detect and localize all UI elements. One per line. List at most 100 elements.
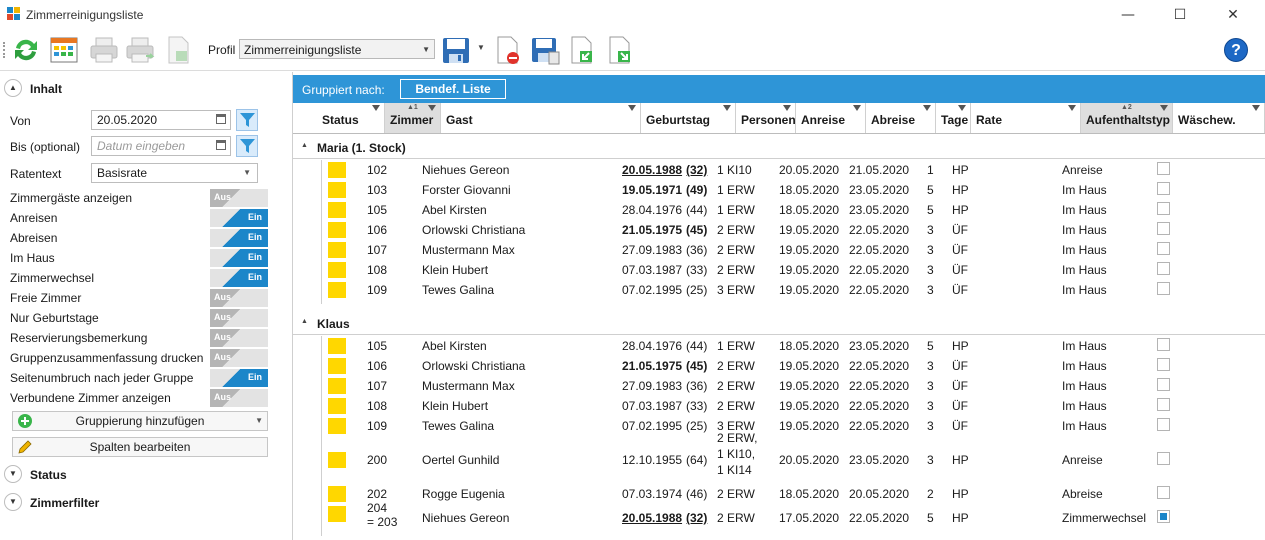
bis-date-input[interactable]: Datum eingeben	[91, 136, 231, 156]
pencil-icon	[17, 439, 33, 455]
table-row[interactable]: 106 Orlowski Christiana 21.05.1975 (45) 2 ER…	[293, 356, 1265, 376]
filter-icon[interactable]	[428, 105, 436, 111]
calendar-icon[interactable]	[216, 114, 226, 124]
help-icon[interactable]: ?	[1224, 38, 1248, 62]
filter-icon[interactable]	[1252, 105, 1260, 111]
column-header[interactable]: Personen	[736, 103, 796, 133]
table-row[interactable]: 107 Mustermann Max 27.09.1983 (36) 2 ERW 19.0…	[293, 376, 1265, 396]
spalten-bearbeiten-button[interactable]: Spalten bearbeiten	[12, 437, 268, 457]
expand-icon[interactable]: ▼	[4, 465, 22, 483]
table-row[interactable]: 106 Orlowski Christiana 21.05.1975 (45) 2 ER…	[293, 220, 1265, 240]
table-row[interactable]: 200 Oertel Gunhild 12.10.1955 (64) 2 ERW, 1 K…	[293, 431, 1265, 484]
maximize-button[interactable]: ☐	[1157, 3, 1203, 27]
laundry-checkbox[interactable]	[1157, 182, 1170, 195]
laundry-checkbox[interactable]	[1157, 242, 1170, 255]
column-header[interactable]: Wäschew.	[1173, 103, 1265, 133]
option-toggle[interactable]: Aus	[210, 329, 268, 347]
expand-icon[interactable]: ▼	[4, 493, 22, 511]
laundry-checkbox[interactable]	[1157, 338, 1170, 351]
minimize-button[interactable]: —	[1105, 3, 1151, 27]
profil-select[interactable]: Zimmerreinigungsliste ▼	[239, 39, 435, 59]
laundry-checkbox[interactable]	[1157, 358, 1170, 371]
column-header[interactable]: Zimmer ▲1	[385, 103, 441, 133]
import-icon[interactable]	[566, 34, 598, 66]
export-icon[interactable]	[604, 34, 636, 66]
option-toggle[interactable]: Aus	[210, 309, 268, 327]
option-toggle[interactable]: Aus	[210, 389, 268, 407]
table-row[interactable]: 109 Tewes Galina 07.02.1995 (25) 3 ERW 19.05.…	[293, 280, 1265, 300]
close-button[interactable]: ✕	[1210, 3, 1256, 27]
option-toggle[interactable]: Aus	[210, 289, 268, 307]
option-toggle[interactable]: Aus	[210, 349, 268, 367]
option-toggle[interactable]: Ein	[210, 369, 268, 387]
column-header[interactable]: Abreise	[866, 103, 936, 133]
refresh-icon[interactable]	[10, 34, 42, 66]
table-row[interactable]: 109 Tewes Galina 07.02.1995 (25) 3 ERW 19.05.…	[293, 416, 1265, 436]
save-icon[interactable]	[440, 34, 472, 66]
table-row[interactable]: 103 Forster Giovanni 19.05.1971 (49) 1 ERW 18…	[293, 180, 1265, 200]
option-toggle[interactable]: Ein	[210, 269, 268, 287]
laundry-checkbox[interactable]	[1157, 378, 1170, 391]
filter-icon[interactable]	[372, 105, 380, 111]
ratentext-select[interactable]: Basisrate ▼	[91, 163, 258, 183]
table-row[interactable]: 108 Klein Hubert 07.03.1987 (33) 2 ERW 19.05.…	[293, 260, 1265, 280]
group-header[interactable]: ▲ Maria (1. Stock)	[293, 136, 1265, 159]
table-row[interactable]: 202 Rogge Eugenia 07.03.1974 (46) 2 ERW 18.05…	[293, 484, 1265, 504]
filter-icon[interactable]	[1068, 105, 1076, 111]
collapse-caret-icon[interactable]: ▲	[301, 318, 308, 325]
table-row[interactable]: 105 Abel Kirsten 28.04.1976 (44) 1 ERW 18.05.…	[293, 200, 1265, 220]
option-toggle[interactable]: Ein	[210, 249, 268, 267]
laundry-checkbox[interactable]	[1157, 262, 1170, 275]
column-header[interactable]: Rate	[971, 103, 1081, 133]
laundry-checkbox[interactable]	[1157, 162, 1170, 175]
room-plan-icon[interactable]	[48, 34, 80, 66]
print-icon[interactable]	[88, 34, 120, 66]
filter-icon[interactable]	[923, 105, 931, 111]
column-header[interactable]: Gast	[441, 103, 641, 133]
laundry-checkbox[interactable]	[1157, 486, 1170, 499]
option-toggle[interactable]: Aus	[210, 189, 268, 207]
filter-icon[interactable]	[723, 105, 731, 111]
toolbar-grip[interactable]	[3, 42, 8, 58]
stay-type: Im Haus	[1062, 339, 1107, 353]
laundry-checkbox[interactable]	[1157, 418, 1170, 431]
laundry-checkbox[interactable]	[1157, 398, 1170, 411]
option-toggle[interactable]: Ein	[210, 209, 268, 227]
table-row[interactable]: 102 Niehues Gereon 20.05.1988 (32) 1 KI10 20.…	[293, 160, 1265, 180]
column-header[interactable]: Anreise	[796, 103, 866, 133]
group-header[interactable]: ▲ Klaus	[293, 312, 1265, 335]
filter-icon[interactable]	[236, 135, 258, 157]
filter-icon[interactable]	[853, 105, 861, 111]
table-row[interactable]: 204 = 203 Niehues Gereon 20.05.1988 (32) 2 ER…	[293, 501, 1265, 532]
save-as-icon[interactable]	[529, 34, 561, 66]
von-date-input[interactable]: 20.05.2020	[91, 110, 231, 130]
table-row[interactable]: 105 Abel Kirsten 28.04.1976 (44) 1 ERW 18.05.…	[293, 336, 1265, 356]
export-excel-icon[interactable]	[162, 34, 194, 66]
collapse-icon[interactable]: ▲	[4, 79, 22, 97]
laundry-checkbox[interactable]	[1157, 510, 1170, 523]
laundry-checkbox[interactable]	[1157, 202, 1170, 215]
filter-icon[interactable]	[628, 105, 636, 111]
filter-icon[interactable]	[1160, 105, 1168, 111]
column-header[interactable]: Geburtstag	[641, 103, 736, 133]
option-toggle[interactable]: Ein	[210, 229, 268, 247]
laundry-checkbox[interactable]	[1157, 222, 1170, 235]
calendar-icon[interactable]	[216, 140, 226, 150]
table-row[interactable]: 108 Klein Hubert 07.03.1987 (33) 2 ERW 19.05.…	[293, 396, 1265, 416]
filter-icon[interactable]	[783, 105, 791, 111]
laundry-checkbox[interactable]	[1157, 282, 1170, 295]
save-dropdown-icon[interactable]: ▼	[477, 43, 485, 52]
grouping-chip[interactable]: Bendef. Liste	[400, 79, 506, 99]
table-row[interactable]: 107 Mustermann Max 27.09.1983 (36) 2 ERW 19.0…	[293, 240, 1265, 260]
filter-icon[interactable]	[236, 109, 258, 131]
column-header[interactable]: Status	[317, 103, 385, 133]
gruppierung-hinzufuegen-button[interactable]: Gruppierung hinzufügen ▼	[12, 411, 268, 431]
column-header[interactable]: Tage	[936, 103, 971, 133]
collapse-caret-icon[interactable]: ▲	[301, 142, 308, 149]
print-preview-icon[interactable]	[124, 34, 156, 66]
filter-icon[interactable]	[958, 105, 966, 111]
column-header[interactable]: Aufenthaltstyp ▲2	[1081, 103, 1173, 133]
laundry-checkbox[interactable]	[1157, 452, 1170, 465]
delete-profile-icon[interactable]	[492, 34, 524, 66]
persons: 1 KI10	[717, 163, 752, 177]
